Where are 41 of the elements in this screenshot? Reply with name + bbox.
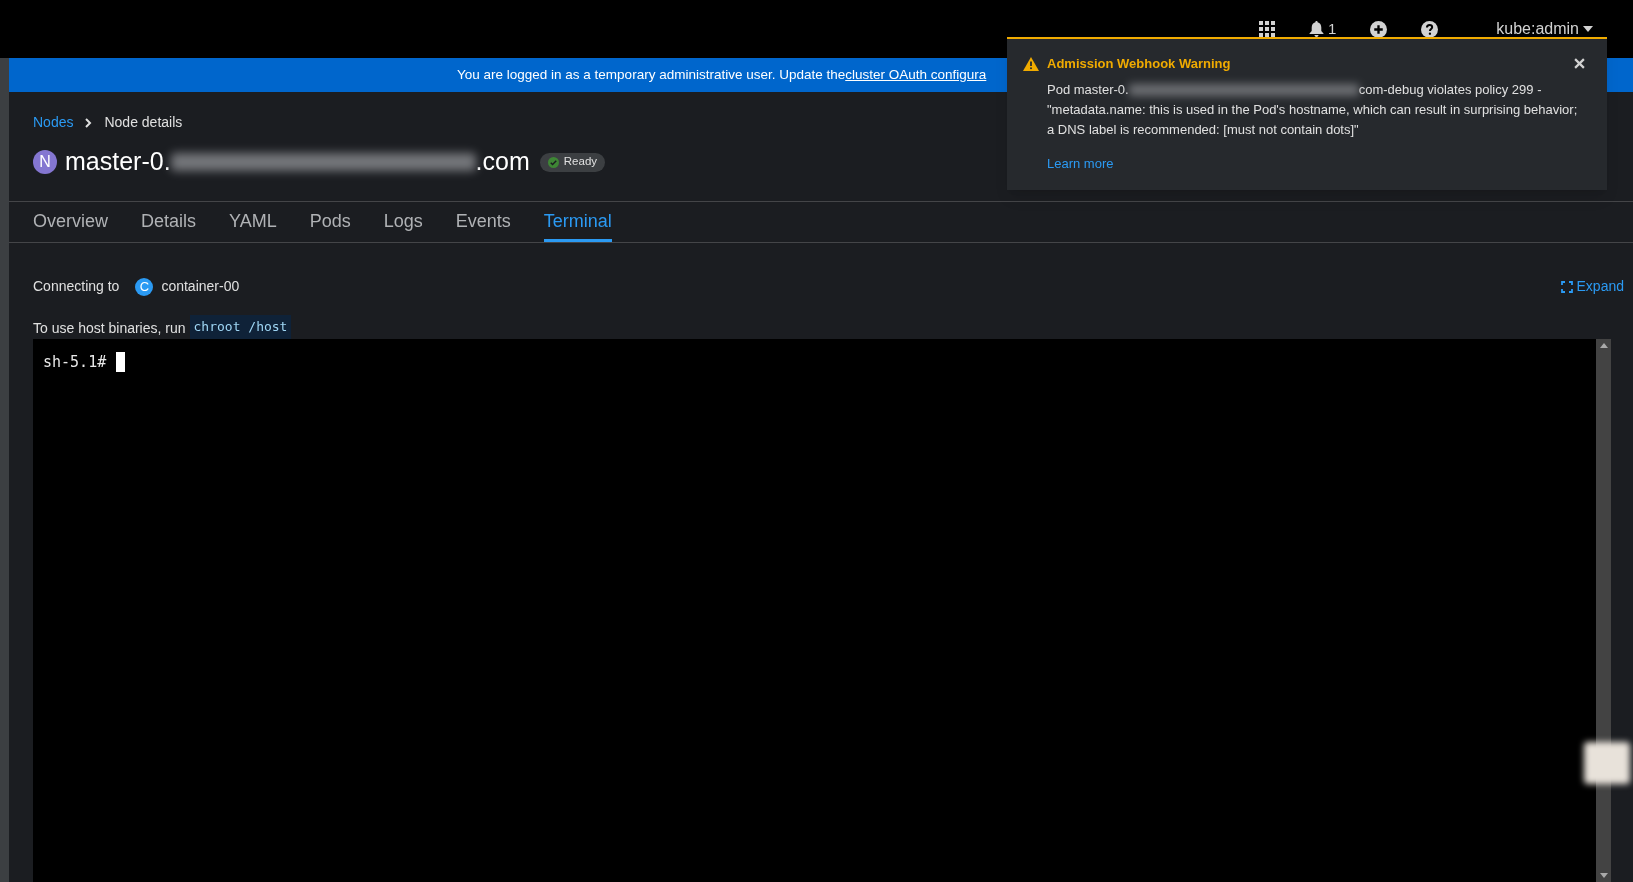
add-icon[interactable]: [1370, 20, 1388, 38]
tab[interactable]: Pods: [309, 202, 351, 242]
status-badge: Ready: [539, 152, 606, 172]
warning-icon: [1023, 56, 1039, 71]
scrollbar[interactable]: [1596, 338, 1611, 882]
tab[interactable]: Details: [141, 202, 197, 242]
close-icon[interactable]: [1574, 58, 1585, 70]
node-badge: N: [33, 150, 57, 174]
blurred-widget: [1584, 742, 1630, 784]
sidebar-scrollbar[interactable]: [0, 58, 9, 882]
terminal-screen[interactable]: sh-5.1#: [33, 338, 1596, 882]
caret-icon: [1583, 26, 1593, 32]
banner-text: You are logged in as a temporary administrative user. Update the: [457, 65, 846, 84]
toast-title: Admission Webhook Warning: [1047, 55, 1231, 73]
tab[interactable]: Logs: [383, 202, 423, 242]
command-code: chroot /host: [189, 315, 292, 339]
oauth-link[interactable]: cluster OAuth configura: [845, 64, 987, 86]
tab[interactable]: YAML: [229, 202, 277, 242]
expand-button[interactable]: Expand: [1560, 276, 1624, 297]
container-name: container-00: [161, 277, 240, 296]
learn-more-link[interactable]: Learn more: [1047, 153, 1114, 173]
tab[interactable]: Overview: [33, 202, 108, 242]
help-icon[interactable]: [1421, 20, 1439, 38]
tab[interactable]: Terminal: [543, 202, 612, 242]
scroll-up-icon[interactable]: [1599, 342, 1608, 348]
scroll-down-icon[interactable]: [1599, 873, 1608, 878]
expand-icon: [1560, 280, 1573, 293]
breadcrumb-current: Node details: [104, 113, 183, 132]
breadcrumb-link[interactable]: Nodes: [33, 112, 74, 133]
terminal-prompt: sh-5.1#: [43, 351, 107, 373]
toast-message: Pod master-0. com-debug violates policy 299 - "metadata.name: this is used in the Pod's hostname, which can result in surprising behavior; a DNS label is recommended: [must not contain dots]": [1047, 80, 1579, 139]
node-title: master-0. .com: [65, 146, 530, 178]
connecting-label: Connecting to: [33, 277, 120, 296]
container-badge: C: [135, 277, 154, 296]
cursor: [116, 351, 126, 372]
notifications-button[interactable]: 1: [1308, 17, 1337, 41]
tab[interactable]: Events: [455, 202, 511, 242]
hint-text: To use host binaries, run: [33, 318, 186, 338]
app-grid-icon[interactable]: [1258, 21, 1275, 37]
user-menu[interactable]: kube:admin: [1496, 17, 1593, 41]
chevron-icon: [85, 117, 93, 128]
